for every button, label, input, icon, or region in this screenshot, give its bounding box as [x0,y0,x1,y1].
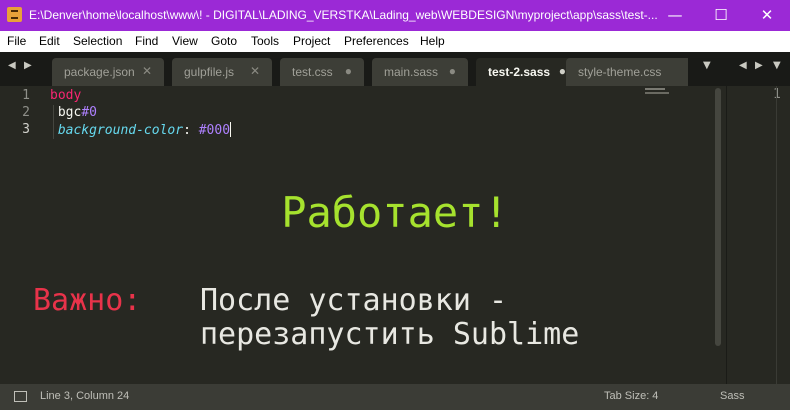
menu-preferences[interactable]: Preferences [344,34,409,49]
important-label: Важно: [33,283,142,318]
tab-style-theme-css[interactable]: style-theme.css [566,58,688,86]
property-token: bgc [57,105,82,120]
colon-token: : [183,123,191,138]
text-cursor [230,122,232,137]
selector-token: body [50,88,82,103]
tab-label: main.sass [384,65,439,79]
menu-edit[interactable]: Edit [39,34,60,49]
minimap-line [645,92,669,94]
title-bar[interactable]: E:\Denver\home\localhost\www\! - DIGITAL… [0,0,790,31]
sublime-app-icon [7,7,22,22]
pane-scroll-right-icon[interactable]: ▶ [755,60,763,71]
tab-label: test-2.sass [488,65,551,79]
menu-goto[interactable]: Goto [211,34,237,49]
tab-modified-icon[interactable]: ● [345,64,352,78]
status-bar: Line 3, Column 24 Tab Size: 4 Sass [0,384,790,410]
tab-close-icon[interactable]: ✕ [142,64,152,78]
minimap[interactable] [645,88,665,90]
tab-label: test.css [292,65,333,79]
tab-label: gulpfile.js [184,65,235,79]
tab-scroll-left-icon[interactable]: ◀ [8,60,16,71]
restart-note-line-2: перезапустить Sublime [200,317,580,352]
vertical-scrollbar[interactable] [715,88,721,346]
tab-gulpfile-js[interactable]: gulpfile.js ✕ [172,58,272,86]
tab-label: package.json [64,65,135,79]
tab-modified-icon[interactable]: ● [449,64,456,78]
tab-size-setting[interactable]: Tab Size: 4 [604,390,658,402]
menu-file[interactable]: File [7,34,26,49]
second-pane-gutter-divider [776,86,777,384]
code-line-3: background-color: #000 [50,122,232,138]
property-token: background-color [57,123,184,138]
pane-overflow-icon[interactable]: ▼ [773,60,781,71]
window-title: E:\Denver\home\localhost\www\! - DIGITAL… [29,8,658,22]
menu-find[interactable]: Find [135,34,158,49]
tab-package-json[interactable]: package.json ✕ [52,58,164,86]
cursor-position: Line 3, Column 24 [40,390,130,402]
line-number-current: 3 [22,122,30,137]
minimize-button[interactable]: — [652,0,698,31]
restart-note-line-1: После установки - [200,283,508,318]
tab-test-css[interactable]: test.css ● [280,58,364,86]
line-number: 2 [22,105,30,120]
menu-selection[interactable]: Selection [73,34,122,49]
tab-main-sass[interactable]: main.sass ● [372,58,468,86]
menu-tools[interactable]: Tools [251,34,279,49]
value-token: #000 [198,123,231,138]
code-line-1: body [50,88,81,103]
works-banner: Работает! [281,188,509,237]
menu-bar: File Edit Selection Find View Goto Tools… [0,31,790,52]
menu-project[interactable]: Project [293,34,330,49]
value-token: #0 [81,105,97,120]
close-window-button[interactable]: ✕ [744,0,790,31]
code-line-2: bgc#0 [50,105,97,120]
tab-bar: package.json ✕ gulpfile.js ✕ test.css ● … [0,52,790,86]
syntax-setting[interactable]: Sass [720,390,744,402]
menu-view[interactable]: View [172,34,198,49]
tab-modified-icon[interactable]: ● [559,64,566,78]
second-editor-pane[interactable] [727,86,790,384]
panel-toggle-icon[interactable] [14,391,27,402]
line-number: 1 [22,88,30,103]
tab-close-icon[interactable]: ✕ [250,64,260,78]
tab-overflow-icon[interactable]: ▼ [703,60,711,71]
pane-scroll-left-icon[interactable]: ◀ [739,60,747,71]
tab-label: style-theme.css [578,65,662,79]
tab-test-2-sass[interactable]: test-2.sass ● [476,58,578,86]
menu-help[interactable]: Help [420,34,445,49]
tab-scroll-right-icon[interactable]: ▶ [24,60,32,71]
maximize-button[interactable]: ☐ [698,0,744,31]
